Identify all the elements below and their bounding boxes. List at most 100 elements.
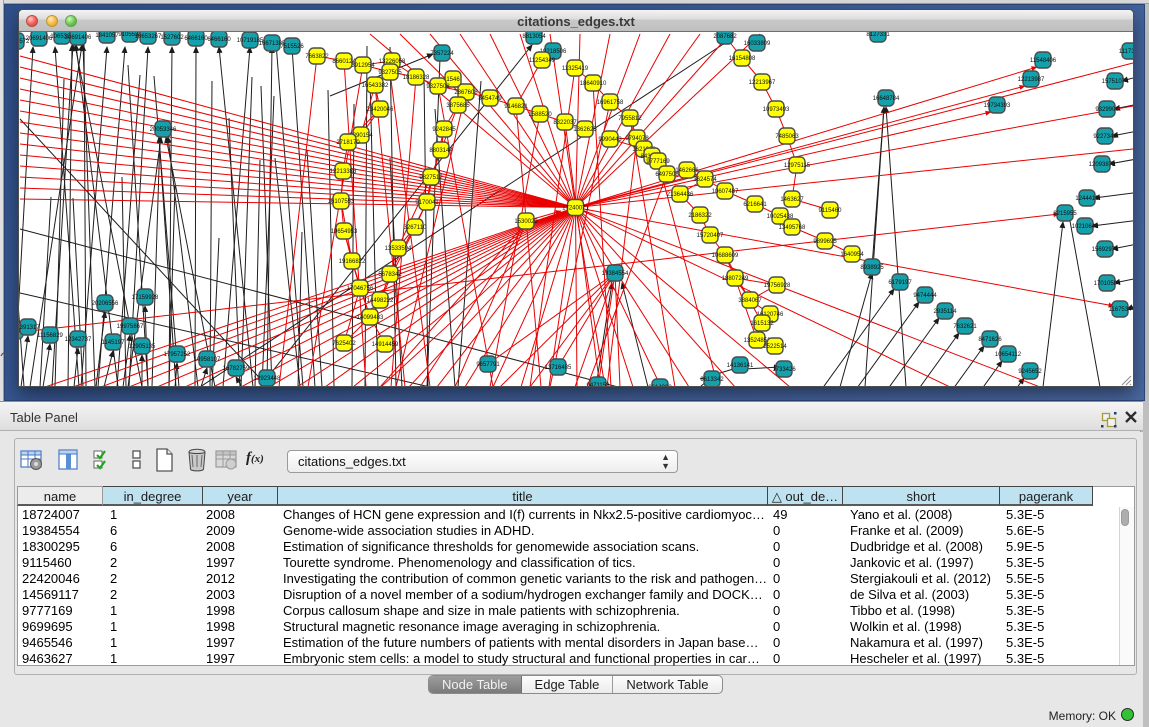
svg-text:1167534: 1167534 [1109,307,1133,313]
svg-text:1463627: 1463627 [780,197,804,203]
svg-text:2087682: 2087682 [713,34,737,40]
svg-text:8614082: 8614082 [648,385,672,386]
svg-text:16782759: 16782759 [223,366,250,372]
svg-text:17010504: 17010504 [1094,281,1121,287]
svg-text:7955812: 7955812 [618,116,642,122]
svg-text:19975867: 19975867 [117,324,144,330]
svg-text:18640910: 18640910 [580,81,607,87]
svg-text:18807249: 18807249 [722,276,749,282]
svg-text:2186322: 2186322 [688,213,712,219]
svg-text:13495768: 13495768 [779,225,806,231]
svg-text:12905135: 12905135 [129,344,156,350]
svg-text:8127331: 8127331 [866,32,890,38]
svg-text:19734393: 19734393 [984,103,1011,109]
svg-text:2935114: 2935114 [934,309,958,315]
svg-text:6466160: 6466160 [207,37,231,43]
svg-text:3624574: 3624574 [693,177,717,183]
svg-text:9777169: 9777169 [646,159,670,165]
svg-text:1145197: 1145197 [102,340,126,346]
svg-text:6466160: 6466160 [184,36,208,42]
svg-text:7515526: 7515526 [280,44,304,50]
svg-text:11548406: 11548406 [1030,58,1057,64]
svg-text:13533594: 13533594 [385,246,412,252]
svg-text:9227342: 9227342 [1093,134,1117,140]
svg-text:17240071: 17240071 [562,206,589,212]
svg-text:10607487: 10607487 [712,189,739,195]
svg-text:9613342: 9613342 [700,377,724,383]
svg-text:1362625: 1362625 [573,127,597,133]
svg-text:12213987: 12213987 [1018,77,1045,83]
svg-text:11254349: 11254349 [529,58,556,64]
svg-text:1462666: 1462666 [675,168,699,174]
svg-text:12923448: 12923448 [254,376,281,382]
svg-text:16648784: 16648784 [873,96,900,102]
svg-text:10973493: 10973493 [763,107,790,113]
svg-text:10653267: 10653267 [135,34,162,40]
svg-text:20206556: 20206556 [92,301,119,307]
svg-text:13716485: 13716485 [545,365,572,371]
svg-text:7625402: 7625402 [332,341,356,347]
svg-text:10958107: 10958107 [194,357,221,363]
svg-text:8215955: 8215955 [1053,211,1077,217]
svg-text:19654953: 19654953 [331,229,358,235]
svg-text:1391317: 1391317 [19,325,40,331]
svg-text:9170041: 9170041 [415,200,439,206]
svg-text:16961758: 16961758 [597,100,624,106]
svg-text:15720407: 15720407 [697,233,724,239]
svg-text:7485063: 7485063 [775,134,799,140]
svg-text:20053346: 20053346 [150,127,177,133]
svg-text:1244415: 1244415 [1075,196,1099,202]
svg-text:9146821: 9146821 [504,104,528,110]
svg-text:16033809: 16033809 [744,41,771,47]
svg-text:9327505: 9327505 [378,70,402,76]
svg-text:10654112: 10654112 [995,352,1022,358]
svg-text:15751074: 15751074 [1102,79,1129,85]
svg-text:19756928: 19756928 [764,283,791,289]
svg-text:1117391: 1117391 [1119,49,1133,55]
svg-text:16154808: 16154808 [729,56,756,62]
svg-text:18186328: 18186328 [403,75,430,81]
svg-text:9329906: 9329906 [1095,107,1119,113]
svg-text:15692971: 15692971 [1092,247,1119,253]
svg-text:10210643: 10210643 [1072,224,1099,230]
svg-text:7632621: 7632621 [953,324,977,330]
svg-text:14498222: 14498222 [367,298,394,304]
svg-text:6179197: 6179197 [888,280,912,286]
svg-text:16543382: 16543382 [362,83,389,89]
svg-text:9899695: 9899695 [813,239,837,245]
svg-text:9990443: 9990443 [598,137,622,143]
svg-text:6216641: 6216641 [743,202,767,208]
svg-text:14099483: 14099483 [357,315,384,321]
svg-text:1546: 1546 [446,77,460,83]
svg-text:9115460: 9115460 [819,208,843,214]
svg-text:8938925: 8938925 [860,265,884,271]
svg-text:14136141: 14136141 [727,363,754,369]
svg-text:7357224: 7357224 [430,51,454,57]
svg-text:14914459: 14914459 [372,342,399,348]
svg-text:3875685: 3875685 [446,103,470,109]
svg-text:23420046: 23420046 [367,107,394,113]
svg-text:3884067: 3884067 [738,298,762,304]
svg-text:9474444: 9474444 [913,293,937,299]
svg-text:12093872: 12093872 [1089,162,1116,168]
svg-text:1841057: 1841057 [95,33,119,39]
svg-text:9471153: 9471153 [587,383,611,386]
svg-text:8803144: 8803144 [429,148,453,154]
svg-text:19166822: 19166822 [339,259,366,265]
svg-text:19384554: 19384554 [602,271,629,277]
svg-text:1588520: 1588520 [528,112,552,118]
svg-text:7663822: 7663822 [305,54,329,60]
svg-text:2522514: 2522514 [763,344,787,350]
svg-text:8322037: 8322037 [553,120,577,126]
svg-text:10688609: 10688609 [712,253,739,259]
svg-text:12975115: 12975115 [784,163,811,169]
svg-text:9242845: 9242845 [432,127,456,133]
svg-text:1615132: 1615132 [750,321,774,327]
svg-text:3267110: 3267110 [404,225,428,231]
svg-text:12213383: 12213383 [330,169,357,175]
svg-text:11156829: 11156829 [37,333,63,339]
svg-text:17159928: 17159928 [132,295,159,301]
svg-text:9327508: 9327508 [426,84,450,90]
svg-text:11325419: 11325419 [562,66,589,72]
svg-text:21364436: 21364436 [667,192,694,198]
